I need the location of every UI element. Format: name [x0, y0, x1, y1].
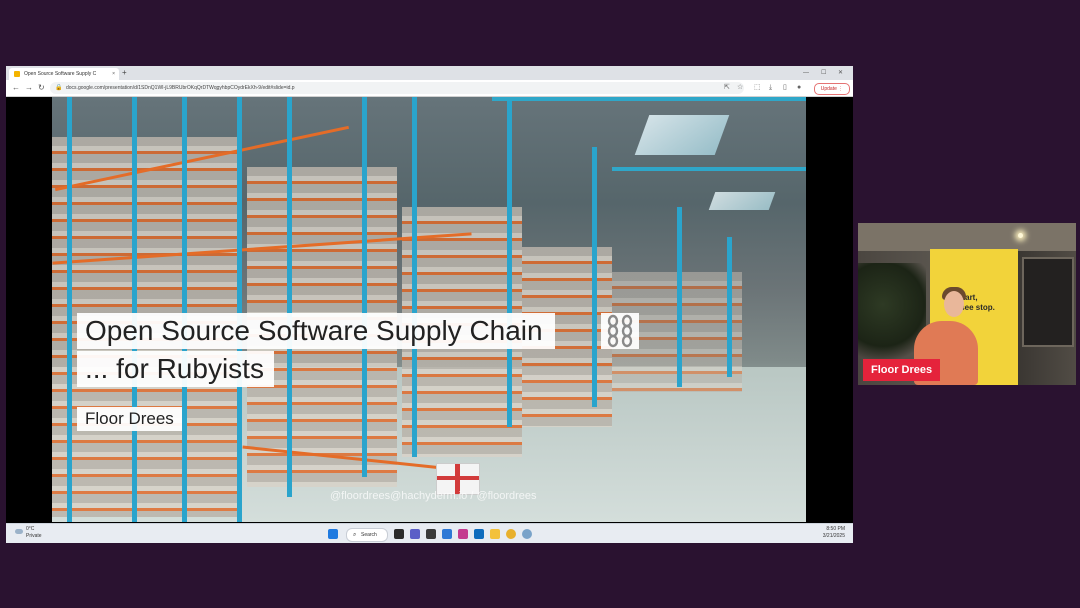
address-bar[interactable]: 🔒 docs.google.com/presentation/d/1SDnQ1W…: [50, 82, 744, 94]
rack-post: [182, 97, 187, 522]
ceiling-light: [1018, 233, 1023, 238]
social-handles: @floordrees@hachyderm.io / @floordrees: [330, 490, 537, 502]
roof-beam: [612, 167, 806, 171]
new-tab-button[interactable]: +: [122, 67, 127, 79]
windows-taskbar: 0°C Private ⌕ Search 8:50 PM 3/21/2025: [6, 523, 853, 543]
maximize-icon[interactable]: ☐: [821, 66, 826, 80]
slide-speaker-name: Floor Drees: [77, 407, 182, 431]
system-clock[interactable]: 8:50 PM 3/21/2025: [823, 526, 845, 540]
speaker-webcam: start, see stop. Floor Drees: [858, 223, 1076, 385]
rack-post: [507, 97, 512, 427]
rack-post: [287, 97, 292, 497]
downloads-icon[interactable]: ⤓: [769, 81, 772, 95]
rack-post: [677, 207, 682, 387]
skylight: [634, 115, 730, 155]
url-text: docs.google.com/presentation/d/1SDnQ1WI-…: [66, 85, 295, 91]
reload-icon[interactable]: ↻: [38, 80, 45, 96]
teams-icon[interactable]: [410, 529, 420, 539]
widgets-icon[interactable]: [426, 529, 436, 539]
ceiling: [858, 223, 1076, 251]
extension-icon[interactable]: ⬚: [754, 81, 761, 95]
task-view-icon[interactable]: [394, 529, 404, 539]
lock-icon: 🔒: [55, 85, 63, 91]
roof-beam: [492, 97, 806, 101]
update-button[interactable]: Update ⋮: [814, 83, 850, 95]
file-explorer-icon[interactable]: [490, 529, 500, 539]
search-icon: ⌕: [353, 532, 357, 538]
minimize-icon[interactable]: —: [803, 66, 809, 80]
rack-post: [592, 147, 597, 407]
presentation-slide[interactable]: Open Source Software Supply Chain ... fo…: [52, 97, 806, 522]
search-label: Search: [361, 532, 377, 538]
weather-desc: Private: [26, 533, 42, 539]
taskbar-search[interactable]: ⌕ Search: [346, 528, 388, 542]
tab-title: Open Source Software Supply C: [24, 71, 97, 77]
chrome-icon[interactable]: [506, 529, 516, 539]
rack-post: [132, 97, 137, 522]
tab-strip: Open Source Software Supply C × + — ☐ ✕: [6, 66, 853, 80]
rack-post: [727, 237, 732, 377]
browser-window: Open Source Software Supply C × + — ☐ ✕ …: [6, 66, 853, 543]
cast-icon[interactable]: ⇱: [724, 81, 730, 95]
rack-post: [362, 97, 367, 477]
store-icon[interactable]: [442, 529, 452, 539]
speaker-name-tag: Floor Drees: [863, 359, 941, 381]
update-label: Update: [820, 86, 837, 92]
start-windows-icon[interactable]: [328, 529, 338, 539]
rack-post: [67, 97, 72, 522]
ribbon: [437, 476, 479, 480]
rack-post: [237, 97, 242, 522]
tab-slides[interactable]: Open Source Software Supply C ×: [9, 68, 119, 80]
speaker-head: [944, 291, 964, 317]
weather-temp: 0°C: [26, 526, 35, 532]
forward-icon[interactable]: →: [25, 80, 33, 96]
room-window: [1022, 257, 1074, 347]
back-icon[interactable]: ←: [12, 80, 20, 96]
slide-title-line2: ... for Rubyists: [77, 351, 274, 387]
clock-time: 8:50 PM: [826, 526, 845, 532]
app-icon[interactable]: [458, 529, 468, 539]
settings-gear-icon[interactable]: [522, 529, 532, 539]
stream-frame: { "browser": { "tab_title": "Open Source…: [0, 0, 1080, 608]
chain-logo-icon: [601, 313, 639, 349]
skylight-far: [708, 192, 776, 210]
bookmark-star-icon[interactable]: ☆: [737, 81, 743, 95]
slide-title-line1: Open Source Software Supply Chain: [77, 313, 555, 349]
profile-avatar-icon[interactable]: ●: [797, 81, 801, 95]
rack-post: [412, 97, 417, 457]
clock-date: 3/21/2025: [822, 533, 845, 539]
cloud-icon: [15, 529, 23, 534]
browser-toolbar: ← → ↻ 🔒 docs.google.com/presentation/d/1…: [6, 80, 853, 97]
mail-icon[interactable]: [474, 529, 484, 539]
sidepanel-icon[interactable]: ▯: [783, 81, 787, 95]
close-window-icon[interactable]: ✕: [838, 66, 843, 80]
slides-favicon-icon: [14, 71, 20, 77]
close-tab-icon[interactable]: ×: [112, 68, 115, 80]
